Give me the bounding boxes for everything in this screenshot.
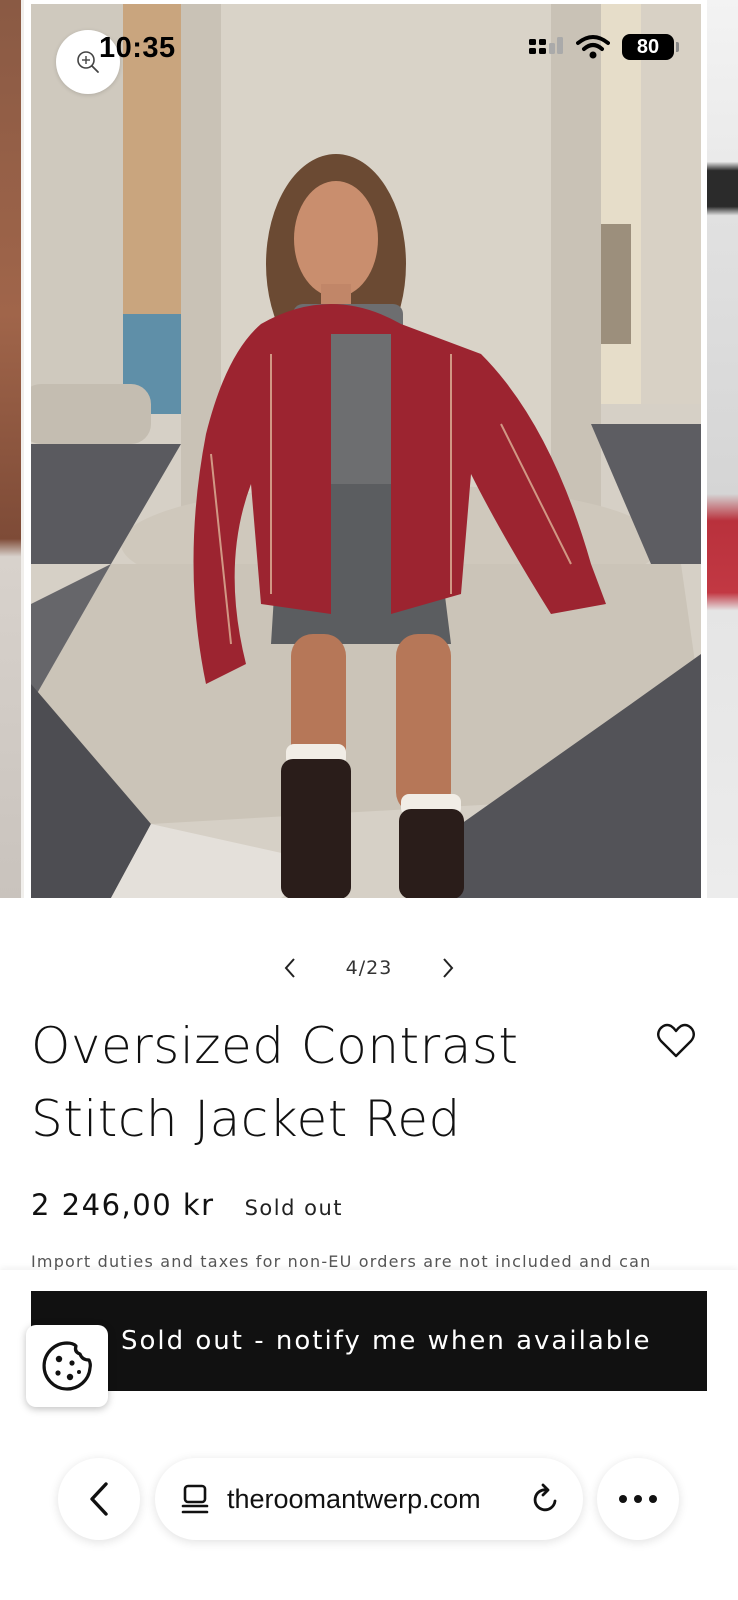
product-image-gallery[interactable] bbox=[0, 0, 738, 898]
gallery-pager: 4/23 bbox=[0, 948, 738, 988]
tax-disclaimer: Import duties and taxes for non-EU order… bbox=[31, 1252, 652, 1270]
product-price: 2 246,00 kr bbox=[31, 1188, 215, 1222]
cellular-signal-icon bbox=[529, 37, 563, 54]
next-slide-peek[interactable] bbox=[707, 0, 738, 898]
reload-icon[interactable] bbox=[531, 1483, 561, 1515]
battery-icon: 80 bbox=[622, 34, 679, 60]
previous-image-button[interactable] bbox=[278, 956, 302, 980]
product-title: Oversized Contrast Stitch Jacket Red bbox=[31, 1017, 519, 1148]
availability-status: Sold out bbox=[244, 1196, 343, 1220]
cookie-icon bbox=[42, 1341, 92, 1391]
zoom-in-icon bbox=[77, 51, 99, 73]
chevron-right-icon bbox=[443, 958, 454, 978]
notify-me-button[interactable]: Sold out - notify me when available bbox=[31, 1291, 707, 1391]
page-menu-icon[interactable] bbox=[181, 1484, 209, 1514]
product-photo[interactable] bbox=[31, 4, 701, 898]
chevron-left-icon bbox=[284, 958, 295, 978]
wifi-icon bbox=[576, 35, 610, 59]
url-text: theroomantwerp.com bbox=[227, 1483, 481, 1514]
price-row: 2 246,00 kr Sold out bbox=[31, 1188, 343, 1222]
address-bar[interactable]: theroomantwerp.com bbox=[155, 1458, 583, 1540]
more-dots-icon bbox=[619, 1495, 657, 1503]
wishlist-button[interactable] bbox=[656, 1022, 696, 1060]
chevron-left-icon bbox=[90, 1482, 108, 1516]
heart-icon bbox=[657, 1023, 695, 1058]
cookie-settings-button[interactable] bbox=[26, 1325, 108, 1407]
next-image-button[interactable] bbox=[436, 956, 460, 980]
more-options-button[interactable] bbox=[597, 1458, 679, 1540]
status-icons: 80 bbox=[528, 34, 679, 60]
previous-slide-peek[interactable] bbox=[0, 0, 24, 898]
browser-back-button[interactable] bbox=[58, 1458, 140, 1540]
status-time: 10:35 bbox=[99, 32, 176, 64]
image-counter: 4/23 bbox=[345, 957, 393, 979]
